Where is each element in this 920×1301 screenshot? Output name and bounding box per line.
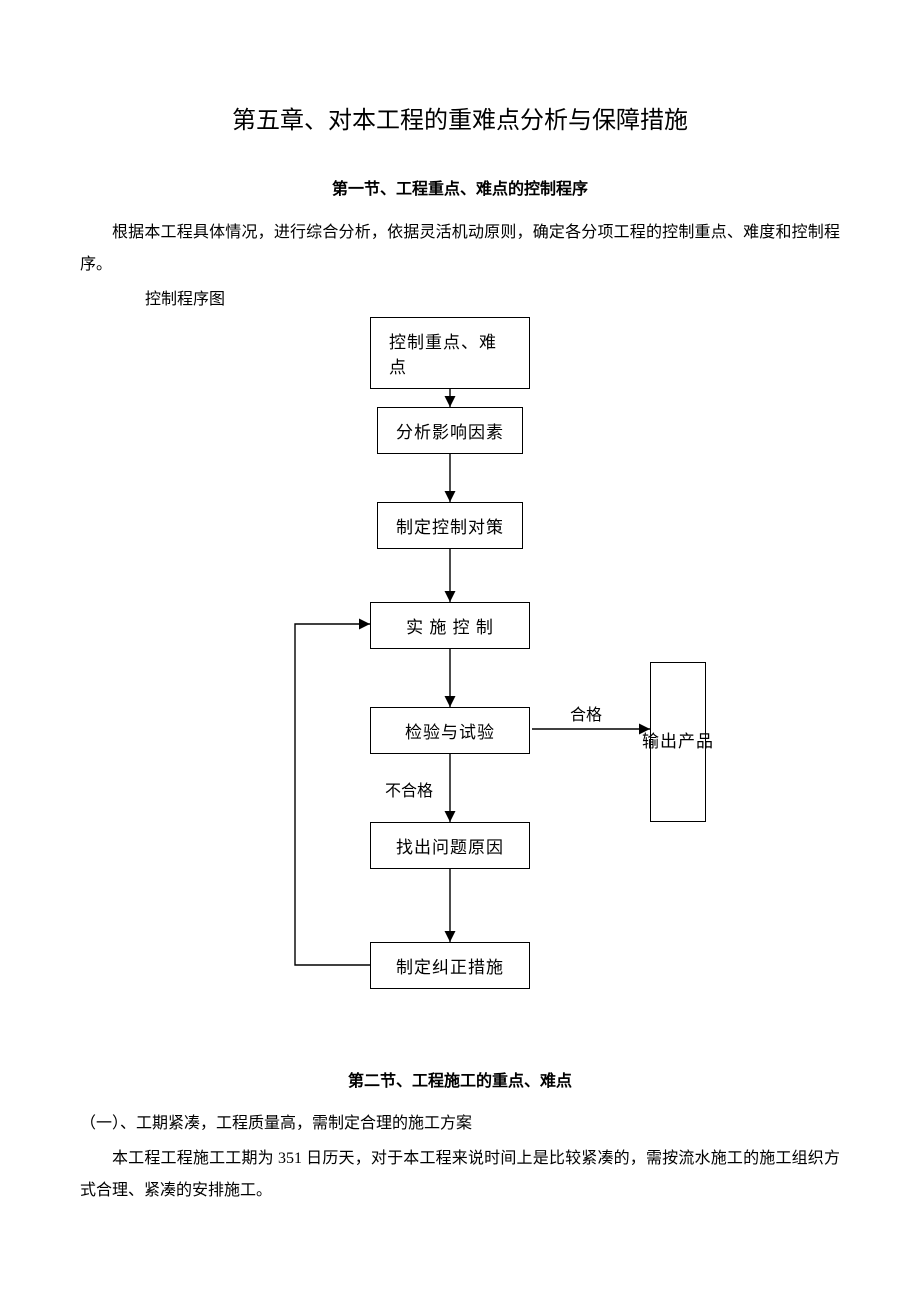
flow-node-inspection-test: 检验与试验 bbox=[370, 707, 530, 754]
flow-node-corrective-action: 制定纠正措施 bbox=[370, 942, 530, 989]
flow-node-output: 输 出 产 品 bbox=[650, 662, 706, 822]
flowchart: 控制重点、难点 分析影响因素 制定控制对策 实 施 控 制 检验与试验 找出问题… bbox=[180, 317, 740, 1027]
section2-subhead-1: （一）、工期紧凑，工程质量高，需制定合理的施工方案 bbox=[80, 1109, 840, 1133]
edge-label-fail: 不合格 bbox=[385, 777, 433, 801]
flow-node-analyze-factors: 分析影响因素 bbox=[377, 407, 523, 454]
diagram-caption: 控制程序图 bbox=[145, 285, 840, 309]
flow-node-output-char-3: 产 bbox=[678, 723, 696, 760]
flow-node-control-points: 控制重点、难点 bbox=[370, 317, 530, 389]
section1-title: 第一节、工程重点、难点的控制程序 bbox=[80, 175, 840, 199]
edge-label-pass: 合格 bbox=[570, 701, 602, 725]
flow-node-output-char-1: 输 bbox=[642, 723, 660, 760]
flow-node-output-char-2: 出 bbox=[660, 723, 678, 760]
chapter-title: 第五章、对本工程的重难点分析与保障措施 bbox=[80, 100, 840, 135]
section2-paragraph-1: 本工程工程施工工期为 351 日历天，对于本工程来说时间上是比较紧凑的，需按流水… bbox=[80, 1143, 840, 1207]
flow-node-output-char-4: 品 bbox=[696, 723, 714, 760]
flow-node-find-cause: 找出问题原因 bbox=[370, 822, 530, 869]
section1-paragraph-1: 根据本工程具体情况，进行综合分析，依据灵活机动原则，确定各分项工程的控制重点、难… bbox=[80, 217, 840, 281]
section2-title: 第二节、工程施工的重点、难点 bbox=[80, 1067, 840, 1091]
flow-node-implement-control: 实 施 控 制 bbox=[370, 602, 530, 649]
flow-node-countermeasures: 制定控制对策 bbox=[377, 502, 523, 549]
